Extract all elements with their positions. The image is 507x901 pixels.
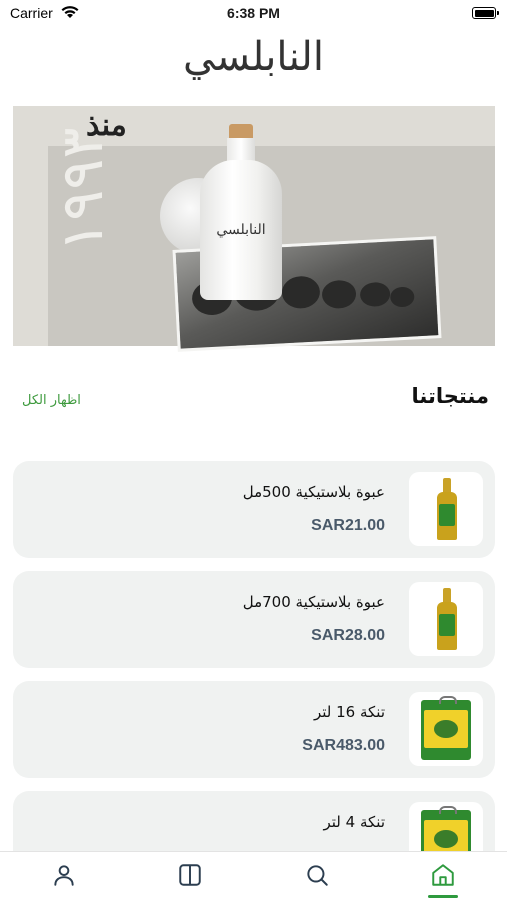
product-name: عبوة بلاستيكية 700مل [242, 593, 385, 611]
banner-bottle-label: النابلسي [216, 222, 266, 238]
oil-bottle-icon [437, 478, 457, 540]
product-price: SAR28.00 [311, 627, 385, 644]
oil-tin-icon [421, 696, 471, 760]
product-card[interactable]: تنكة 16 لتر SAR483.00 [13, 681, 495, 778]
product-image [409, 692, 483, 766]
product-card[interactable]: عبوة بلاستيكية 500مل SAR21.00 [13, 461, 495, 558]
product-image [409, 582, 483, 656]
clock: 6:38 PM [227, 5, 280, 21]
tab-home[interactable] [428, 860, 458, 890]
tab-search[interactable] [302, 860, 332, 890]
oil-bottle-icon [437, 588, 457, 650]
product-price: SAR21.00 [311, 517, 385, 534]
active-tab-indicator [428, 895, 458, 898]
profile-icon [54, 865, 74, 886]
battery-icon [472, 7, 499, 19]
section-title: منتجاتنا [411, 384, 489, 408]
categories-icon [179, 864, 201, 886]
tab-profile[interactable] [49, 860, 79, 890]
home-icon [432, 864, 454, 886]
bottom-tab-bar [0, 851, 507, 901]
search-icon [307, 865, 328, 886]
product-name: عبوة بلاستيكية 500مل [242, 483, 385, 501]
show-all-link[interactable]: اظهار الكل [22, 393, 81, 408]
product-image [409, 472, 483, 546]
banner-year-text: ١٩٩٣ [48, 127, 116, 252]
tab-categories[interactable] [175, 860, 205, 890]
product-name: تنكة 16 لتر [313, 703, 385, 721]
status-bar: Carrier 6:38 PM [0, 0, 507, 28]
product-name: تنكة 4 لتر [323, 813, 386, 831]
brand-logo: النابلسي [183, 34, 324, 80]
product-card[interactable]: عبوة بلاستيكية 700مل SAR28.00 [13, 571, 495, 668]
product-price: SAR483.00 [302, 737, 385, 754]
